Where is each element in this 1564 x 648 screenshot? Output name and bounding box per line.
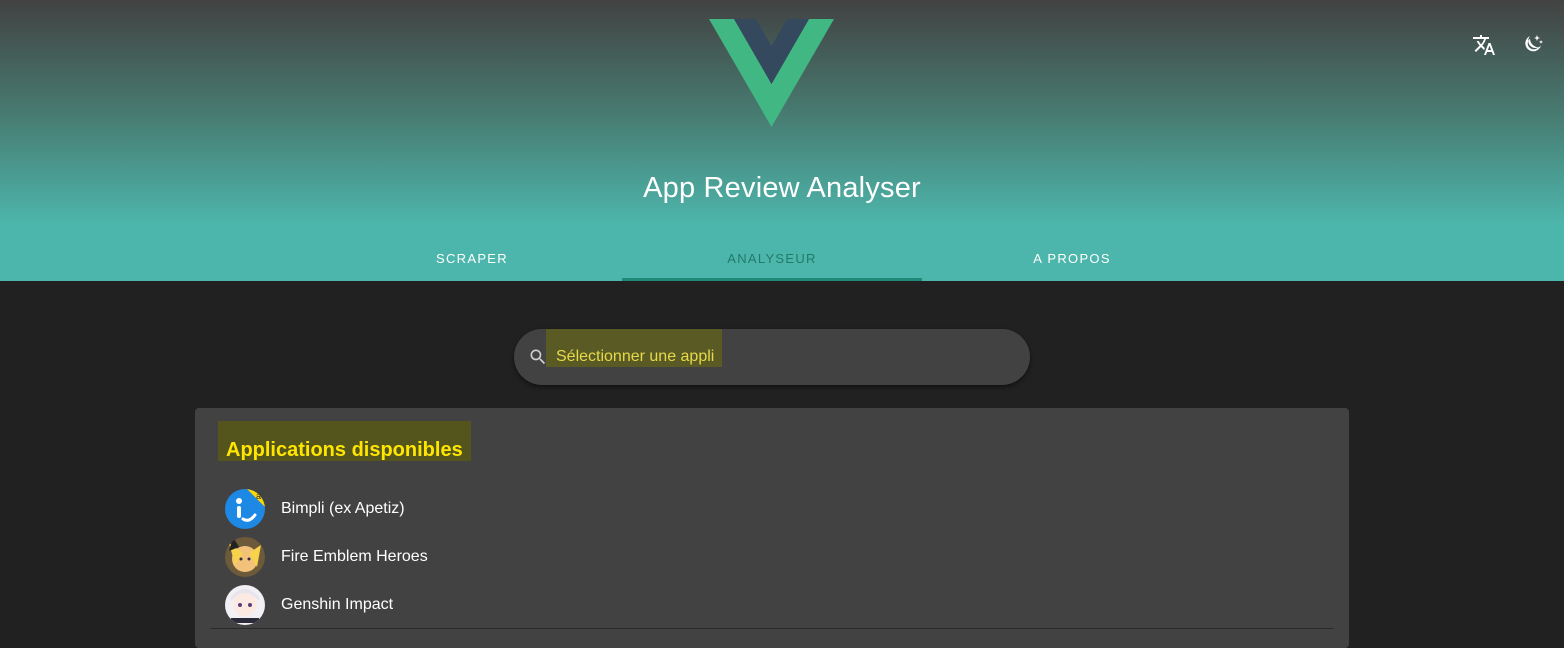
vue-logo-icon (709, 19, 834, 127)
list-item[interactable]: Fire Emblem Heroes (225, 533, 1325, 581)
tab-analyseur[interactable]: Analyseur (622, 235, 922, 281)
apps-list: a Bimpli (ex Apetiz) Fire Emblem Heroes … (225, 485, 1325, 629)
translate-icon[interactable] (1470, 31, 1498, 59)
app-name: Fire Emblem Heroes (281, 548, 428, 565)
search-placeholder: Sélectionner une appli (546, 329, 723, 367)
available-apps-card: Applications disponibles a Bimpli (ex Ap… (195, 408, 1349, 648)
list-item[interactable]: a Bimpli (ex Apetiz) (225, 485, 1325, 533)
app-search-input[interactable]: Sélectionner une appli (514, 329, 1030, 385)
tab-a-propos[interactable]: A propos (922, 235, 1222, 281)
list-item[interactable]: Genshin Impact (225, 581, 1325, 629)
card-title: Applications disponibles (218, 421, 471, 461)
fire-emblem-app-icon (225, 537, 265, 577)
list-divider (210, 628, 1334, 629)
dark-mode-icon[interactable] (1518, 31, 1546, 59)
genshin-app-icon (225, 585, 265, 625)
bimpli-app-icon: a (225, 489, 265, 529)
app-name: Genshin Impact (281, 596, 394, 613)
svg-text:a: a (256, 491, 261, 501)
tab-scraper[interactable]: Scraper (322, 235, 622, 281)
search-icon (530, 349, 546, 365)
app-header: App Review Analyser Scraper Analyseur A … (0, 0, 1564, 281)
app-name: Bimpli (ex Apetiz) (281, 500, 405, 517)
search-placeholder-text: Sélectionner une appli (556, 348, 715, 365)
header-actions (1470, 31, 1546, 59)
main-tabs: Scraper Analyseur A propos (322, 235, 1222, 281)
app-title: App Review Analyser (643, 172, 921, 204)
